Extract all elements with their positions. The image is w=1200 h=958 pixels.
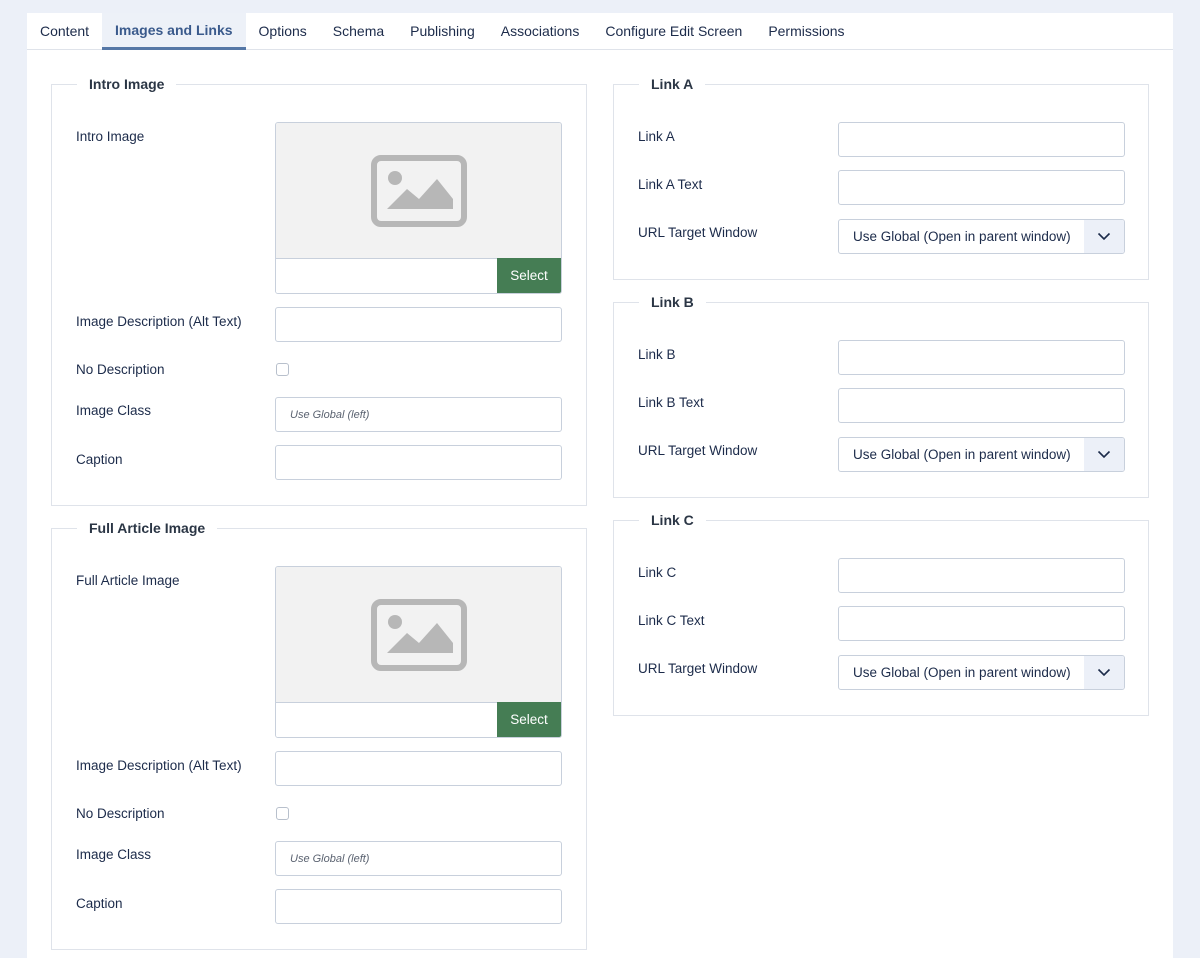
link-a-text-input[interactable] [838, 170, 1125, 205]
chevron-down-icon [1084, 438, 1124, 471]
link-c-text-label: Link C Text [638, 613, 705, 628]
link-a-input[interactable] [838, 122, 1125, 157]
link-b-target-value: Use Global (Open in parent window) [853, 447, 1071, 462]
tab-bar: Content Images and Links Options Schema … [27, 13, 1173, 50]
intro-class-label: Image Class [76, 403, 152, 418]
intro-image-preview[interactable] [276, 123, 561, 259]
full-no-description-checkbox[interactable] [276, 807, 289, 820]
intro-caption-label: Caption [76, 452, 123, 467]
article-edit-card: Content Images and Links Options Schema … [27, 13, 1173, 958]
tab-schema[interactable]: Schema [320, 13, 397, 49]
link-b-target-select[interactable]: Use Global (Open in parent window) [838, 437, 1125, 472]
link-b-input[interactable] [838, 340, 1125, 375]
full-alt-label: Image Description (Alt Text) [76, 758, 242, 773]
link-a-legend: Link A [651, 76, 694, 92]
intro-alt-input[interactable] [275, 307, 562, 342]
link-a-target-select[interactable]: Use Global (Open in parent window) [838, 219, 1125, 254]
full-no-description-label: No Description [76, 806, 165, 821]
intro-alt-label: Image Description (Alt Text) [76, 314, 242, 329]
full-alt-input[interactable] [275, 751, 562, 786]
link-b-target-label: URL Target Window [638, 443, 758, 458]
intro-image-select-button[interactable]: Select [497, 258, 561, 293]
link-b-legend: Link B [651, 294, 694, 310]
link-c-legend: Link C [651, 512, 694, 528]
full-image-path[interactable] [276, 703, 497, 737]
tab-publishing[interactable]: Publishing [397, 13, 488, 49]
full-image-select-button[interactable]: Select [497, 702, 561, 737]
full-caption-input[interactable] [275, 889, 562, 924]
link-c-text-input[interactable] [838, 606, 1125, 641]
tab-associations[interactable]: Associations [488, 13, 593, 49]
image-placeholder-icon [370, 598, 467, 671]
intro-image-field: Select [275, 122, 562, 294]
link-a-text-label: Link A Text [638, 177, 703, 192]
chevron-down-icon [1084, 220, 1124, 253]
chevron-down-icon [1084, 656, 1124, 689]
link-c-target-select[interactable]: Use Global (Open in parent window) [838, 655, 1125, 690]
link-c-target-label: URL Target Window [638, 661, 758, 676]
link-a-label: Link A [638, 129, 675, 144]
full-image-preview[interactable] [276, 567, 561, 703]
full-image-legend: Full Article Image [89, 520, 206, 536]
full-class-input[interactable]: Use Global (left) [275, 841, 562, 876]
intro-image-legend: Intro Image [89, 76, 165, 92]
intro-caption-input[interactable] [275, 445, 562, 480]
link-c-target-value: Use Global (Open in parent window) [853, 665, 1071, 680]
tab-options[interactable]: Options [246, 13, 320, 49]
intro-no-description-label: No Description [76, 362, 165, 377]
link-b-text-label: Link B Text [638, 395, 704, 410]
link-a-target-label: URL Target Window [638, 225, 758, 240]
tab-content[interactable]: Content [27, 13, 102, 49]
link-c-input[interactable] [838, 558, 1125, 593]
intro-image-label: Intro Image [76, 129, 145, 144]
intro-no-description-checkbox[interactable] [276, 363, 289, 376]
intro-image-path[interactable] [276, 259, 497, 293]
intro-class-input[interactable]: Use Global (left) [275, 397, 562, 432]
full-image-label: Full Article Image [76, 573, 180, 588]
tab-images-and-links[interactable]: Images and Links [102, 13, 246, 50]
full-caption-label: Caption [76, 896, 123, 911]
full-class-label: Image Class [76, 847, 152, 862]
link-c-label: Link C [638, 565, 677, 580]
link-b-text-input[interactable] [838, 388, 1125, 423]
link-b-label: Link B [638, 347, 676, 362]
tab-configure-edit-screen[interactable]: Configure Edit Screen [592, 13, 755, 49]
tab-permissions[interactable]: Permissions [755, 13, 857, 49]
link-a-target-value: Use Global (Open in parent window) [853, 229, 1071, 244]
full-image-field: Select [275, 566, 562, 738]
image-placeholder-icon [370, 154, 467, 227]
